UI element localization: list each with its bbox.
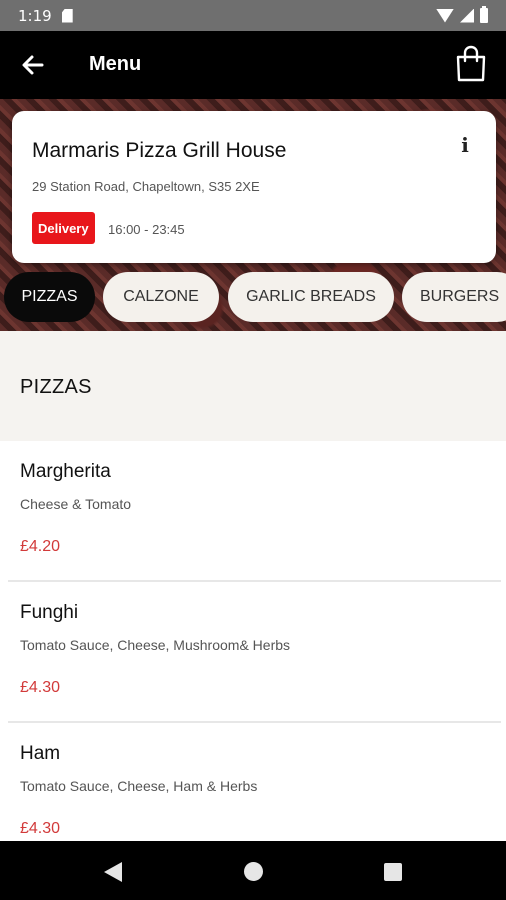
tab-pizzas[interactable]: PIZZAS xyxy=(4,272,95,322)
tab-burgers[interactable]: BURGERS xyxy=(402,272,506,322)
menu-item[interactable]: Ham Tomato Sauce, Cheese, Ham & Herbs £4… xyxy=(0,723,506,841)
delivery-badge: Delivery xyxy=(32,212,95,244)
tab-garlic-breads[interactable]: GARLIC BREADS xyxy=(228,272,394,322)
arrow-left-icon xyxy=(22,55,44,75)
back-button[interactable] xyxy=(18,50,48,80)
section-title: PIZZAS xyxy=(20,376,92,398)
page-title: Menu xyxy=(89,53,142,75)
wifi-icon xyxy=(436,8,454,23)
restaurant-name: Marmaris Pizza Grill House xyxy=(32,139,287,162)
menu-item[interactable]: Funghi Tomato Sauce, Cheese, Mushroom& H… xyxy=(0,582,506,722)
menu-item-description: Tomato Sauce, Cheese, Ham & Herbs xyxy=(20,778,258,794)
shopping-bag-icon xyxy=(456,45,486,82)
menu-item-description: Cheese & Tomato xyxy=(20,496,132,512)
restaurant-address: 29 Station Road, Chapeltown, S35 2XE xyxy=(32,179,260,194)
menu-item-price: £4.30 xyxy=(20,679,61,696)
signal-icon xyxy=(460,8,474,23)
category-tabs: PIZZAS CALZONE GARLIC BREADS BURGERS xyxy=(0,272,506,324)
menu-item[interactable]: Margherita Cheese & Tomato £4.20 xyxy=(0,441,506,581)
cart-button[interactable] xyxy=(454,45,488,83)
menu-item-name: Funghi xyxy=(20,602,79,623)
menu-item-price: £4.20 xyxy=(20,538,61,555)
status-bar: 1:19 xyxy=(0,0,506,31)
menu-item-name: Ham xyxy=(20,743,61,764)
restaurant-hero: Marmaris Pizza Grill House i 29 Station … xyxy=(0,99,506,331)
system-nav-bar xyxy=(0,841,506,900)
menu-item-list: Margherita Cheese & Tomato £4.20 Funghi … xyxy=(0,441,506,841)
status-time: 1:19 xyxy=(18,6,52,25)
menu-item-description: Tomato Sauce, Cheese, Mushroom& Herbs xyxy=(20,637,291,653)
menu-item-price: £4.30 xyxy=(20,820,61,837)
sd-card-icon xyxy=(61,8,73,23)
restaurant-info-card: Marmaris Pizza Grill House i 29 Station … xyxy=(12,111,496,263)
section-header: PIZZAS xyxy=(0,331,506,441)
nav-home-icon[interactable] xyxy=(244,862,263,881)
menu-item-name: Margherita xyxy=(20,461,111,482)
nav-recents-icon[interactable] xyxy=(384,863,402,881)
info-icon[interactable]: i xyxy=(458,133,472,157)
nav-back-icon[interactable] xyxy=(104,862,122,882)
tab-calzone[interactable]: CALZONE xyxy=(103,272,219,322)
battery-icon xyxy=(480,6,488,23)
status-icons xyxy=(436,6,488,23)
opening-hours: 16:00 - 23:45 xyxy=(108,222,185,237)
app-bar: Menu xyxy=(0,31,506,99)
